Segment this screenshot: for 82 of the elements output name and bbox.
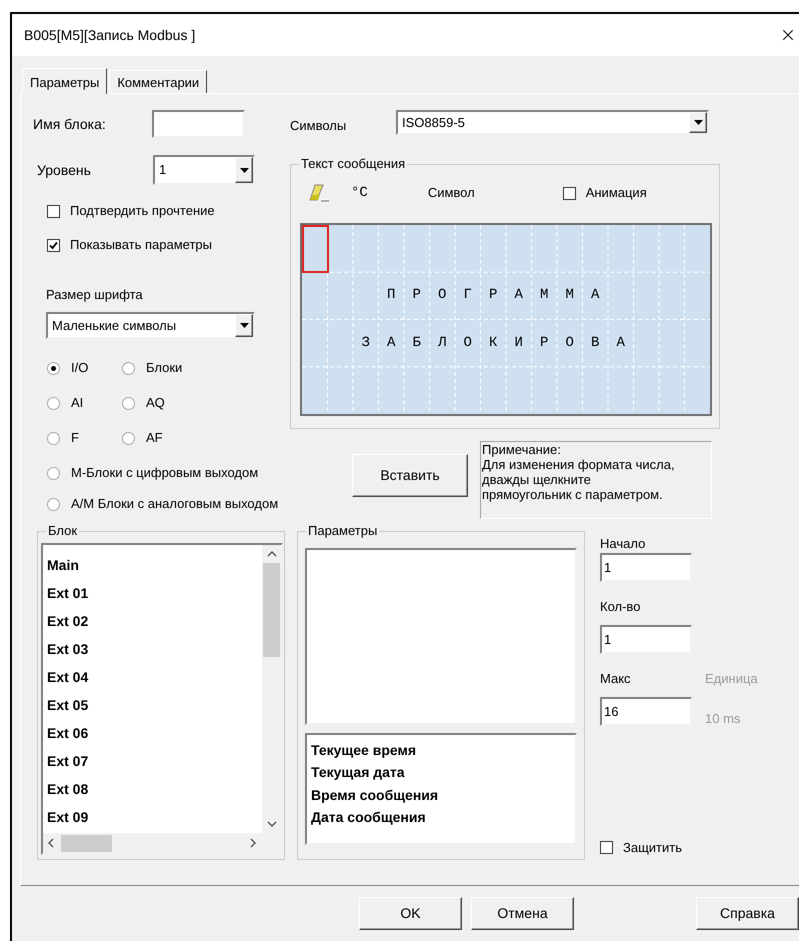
radio-label: AI xyxy=(71,394,84,412)
field-label: Кол-во xyxy=(600,598,642,615)
list-item[interactable]: Ext 02 xyxy=(43,607,262,635)
radio-label: F xyxy=(71,429,79,448)
checkbox-label: Анимация xyxy=(586,184,647,202)
insert-button[interactable]: Вставить xyxy=(352,454,468,497)
list-item[interactable]: Ext 01 xyxy=(43,579,262,607)
level-select[interactable]: 1 xyxy=(153,155,255,185)
checkbox-label: Показывать параметры xyxy=(70,236,212,254)
max-field[interactable]: 16 xyxy=(600,697,692,726)
field-label: Символы xyxy=(290,116,348,135)
radio-button[interactable] xyxy=(47,432,60,444)
radio-button[interactable] xyxy=(47,466,60,480)
start-field[interactable]: 1 xyxy=(600,553,692,582)
caret-icon xyxy=(240,168,248,172)
list-item[interactable]: Дата сообщения xyxy=(307,806,575,829)
field-label: Размер шрифта xyxy=(45,286,144,303)
list-item[interactable]: Ext 03 xyxy=(43,635,262,663)
list-item[interactable]: Время сообщения xyxy=(307,784,575,806)
radio-button[interactable] xyxy=(122,362,135,374)
radio-label: А/М Блоки с аналоговым выходом xyxy=(71,495,278,514)
field-label: Макс xyxy=(600,670,632,687)
radio-label: AF xyxy=(146,429,163,448)
radio-button[interactable] xyxy=(47,362,60,374)
font-size-select[interactable]: Маленькие символы xyxy=(46,312,255,339)
special-listbox[interactable]: Текущее время Текущая дата Время сообщения Дата сообщения xyxy=(305,733,577,845)
note-text: Примечание: Для изменения формата числа, дважды щелкните прямоугольник с параметром. xyxy=(480,441,712,519)
radio-button[interactable] xyxy=(47,396,60,410)
list-item[interactable]: Ext 07 xyxy=(43,747,262,775)
unit-value: 10 ms xyxy=(705,710,740,728)
cursor-frame xyxy=(302,225,329,273)
block-name-field[interactable] xyxy=(152,110,245,138)
group-title: Параметры xyxy=(306,523,380,539)
list-item[interactable]: Текущее время xyxy=(307,739,575,762)
block-listbox[interactable]: Main Ext 01 Ext 02 Ext 03 Ext 04 Ext 05 Ext 06 Ext 07 Ext 08 Ext 09 xyxy=(41,543,283,855)
scroll-thumb[interactable] xyxy=(263,563,280,657)
list-item[interactable]: Ext 04 xyxy=(43,663,262,691)
radio-label: Блоки xyxy=(146,359,182,378)
checkbox-label: Подтвердить прочтение xyxy=(70,202,215,220)
dialog-button[interactable]: Справка xyxy=(696,897,799,930)
list-item[interactable]: Main xyxy=(43,551,262,579)
checkbox[interactable] xyxy=(600,841,613,854)
lcd-text: ПРОГРАММА xyxy=(386,286,617,306)
checkbox-label: Защитить xyxy=(623,838,682,857)
count-field[interactable]: 1 xyxy=(600,625,692,654)
dropdown-button[interactable] xyxy=(689,112,707,133)
checkbox[interactable] xyxy=(47,204,60,218)
list-item[interactable]: Ext 08 xyxy=(43,775,262,803)
symbol-label: Символ xyxy=(428,184,475,202)
caret-icon xyxy=(694,120,702,125)
radio-button[interactable] xyxy=(122,396,135,410)
radio-button[interactable] xyxy=(47,498,60,510)
tab[interactable]: Комментарии xyxy=(109,70,208,93)
radio-label: AQ xyxy=(146,394,165,412)
group-title: Текст сообщения xyxy=(299,156,408,172)
lcd-text: ЗАБЛОКИРОВА xyxy=(360,334,642,353)
radio-label: I/O xyxy=(71,359,88,378)
charset-select[interactable]: ISO8859-5 xyxy=(396,110,709,135)
tab[interactable]: Параметры xyxy=(22,68,108,94)
list-item[interactable]: Текущая дата xyxy=(307,762,575,784)
dropdown-button[interactable] xyxy=(235,314,253,337)
caret-icon xyxy=(240,323,248,328)
scroll-thumb[interactable] xyxy=(61,834,112,852)
dialog-button[interactable]: Отмена xyxy=(471,897,574,930)
radio-button[interactable] xyxy=(122,432,135,444)
list-item[interactable]: Ext 09 xyxy=(43,803,262,831)
vertical-scrollbar[interactable] xyxy=(262,545,281,833)
checkbox[interactable] xyxy=(47,238,60,252)
eraser-icon[interactable] xyxy=(309,184,331,202)
lcd-display[interactable]: ПРОГРАММА ЗАБЛОКИРОВА xyxy=(300,223,712,416)
degree-button[interactable]: °C xyxy=(351,182,368,204)
radio-label: М-Блоки с цифровым выходом xyxy=(71,464,258,482)
dialog-button[interactable]: OK xyxy=(359,897,462,930)
unit-label: Единица xyxy=(705,670,758,687)
list-item[interactable]: Ext 06 xyxy=(43,719,262,747)
field-label: Начало xyxy=(600,535,646,552)
field-label: Имя блока: xyxy=(32,114,107,134)
checkbox[interactable] xyxy=(562,186,576,200)
list-item[interactable]: Ext 05 xyxy=(43,691,262,719)
dropdown-button[interactable] xyxy=(235,157,253,183)
field-label: Уровень xyxy=(36,160,92,180)
window-title: B005[M5][Запись Modbus ] xyxy=(24,26,196,45)
